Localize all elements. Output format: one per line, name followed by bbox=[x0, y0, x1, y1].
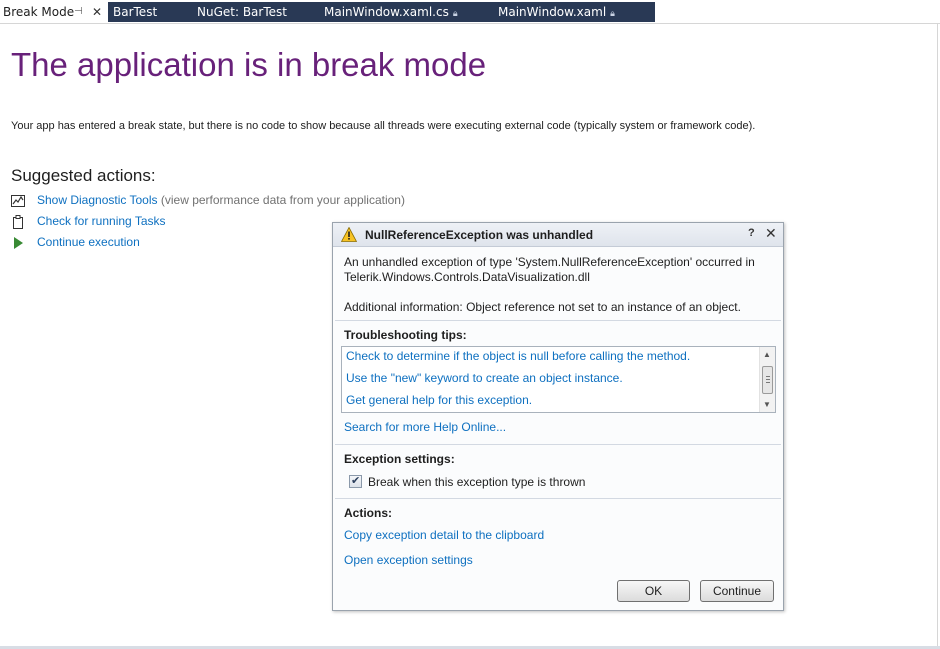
break-when-thrown-checkbox[interactable] bbox=[349, 474, 362, 488]
tab-label: BarTest bbox=[113, 5, 158, 19]
scroll-down-icon[interactable]: ▼ bbox=[763, 400, 771, 409]
tab-mainwindow-xaml[interactable]: MainWindow.xaml 🔒︎ bbox=[498, 2, 615, 22]
document-tab-strip: Break Mode ⊣ ✕ BarTest NuGet: BarTest Ma… bbox=[0, 0, 940, 24]
open-exception-settings-link[interactable]: Open exception settings bbox=[344, 553, 473, 567]
tab-label: MainWindow.xaml.cs bbox=[324, 5, 449, 19]
tip-check-null[interactable]: Check to determine if the object is null… bbox=[346, 349, 690, 363]
break-when-thrown-label[interactable]: Break when this exception type is thrown bbox=[368, 475, 585, 489]
actions-heading: Actions: bbox=[344, 506, 392, 520]
lock-icon: 🔒︎ bbox=[610, 9, 615, 19]
tip-general-help[interactable]: Get general help for this exception. bbox=[346, 393, 532, 407]
tab-mainwindow-xaml-cs[interactable]: MainWindow.xaml.cs 🔒︎ bbox=[324, 2, 458, 22]
troubleshooting-tips-list: Check to determine if the object is null… bbox=[341, 346, 776, 413]
check-running-tasks-link[interactable]: Check for running Tasks bbox=[37, 214, 166, 228]
show-diagnostic-tools-link[interactable]: Show Diagnostic Tools (view performance … bbox=[37, 193, 405, 207]
divider bbox=[335, 444, 781, 445]
break-description: Your app has entered a break state, but … bbox=[11, 120, 756, 132]
exception-message-line1: An unhandled exception of type 'System.N… bbox=[344, 255, 755, 269]
continue-button[interactable]: Continue bbox=[700, 580, 774, 602]
ok-button[interactable]: OK bbox=[617, 580, 690, 602]
suggested-actions-heading: Suggested actions: bbox=[11, 166, 156, 185]
lock-icon: 🔒︎ bbox=[452, 9, 458, 19]
right-border bbox=[937, 24, 938, 646]
play-icon bbox=[14, 237, 23, 249]
continue-execution-link[interactable]: Continue execution bbox=[37, 235, 140, 249]
exception-message: An unhandled exception of type 'System.N… bbox=[344, 255, 774, 285]
dialog-title: NullReferenceException was unhandled bbox=[365, 228, 594, 242]
tab-break-mode[interactable]: Break Mode ⊣ ✕ bbox=[0, 2, 108, 22]
exception-message-line2: Telerik.Windows.Controls.DataVisualizati… bbox=[344, 270, 590, 284]
divider bbox=[335, 320, 781, 321]
divider bbox=[335, 498, 781, 499]
tab-nuget-bartest[interactable]: NuGet: BarTest bbox=[197, 2, 287, 22]
help-icon[interactable]: ? bbox=[748, 227, 755, 239]
tips-scrollbar[interactable]: ▲ ▼ bbox=[759, 347, 775, 412]
page-title: The application is in break mode bbox=[11, 46, 487, 83]
tab-label: NuGet: BarTest bbox=[197, 5, 287, 19]
scroll-up-icon[interactable]: ▲ bbox=[763, 350, 771, 359]
exception-helper-dialog: NullReferenceException was unhandled ? ✕… bbox=[332, 222, 784, 611]
close-icon[interactable]: ✕ bbox=[765, 225, 777, 242]
exception-settings-heading: Exception settings: bbox=[344, 452, 455, 466]
tip-use-new-keyword[interactable]: Use the "new" keyword to create an objec… bbox=[346, 371, 623, 385]
search-help-online-link[interactable]: Search for more Help Online... bbox=[344, 420, 506, 434]
scroll-thumb[interactable] bbox=[762, 366, 773, 394]
troubleshooting-tips-heading: Troubleshooting tips: bbox=[344, 328, 467, 342]
copy-exception-detail-link[interactable]: Copy exception detail to the clipboard bbox=[344, 528, 544, 542]
tab-strip-divider bbox=[0, 22, 940, 24]
tab-label: MainWindow.xaml bbox=[498, 5, 607, 19]
clipboard-icon bbox=[13, 215, 23, 229]
additional-information: Additional information: Object reference… bbox=[344, 300, 741, 314]
close-tab-icon[interactable]: ✕ bbox=[92, 2, 102, 22]
warning-icon bbox=[341, 227, 357, 242]
tab-bartest[interactable]: BarTest bbox=[113, 2, 157, 22]
diagnostic-tools-note: (view performance data from your applica… bbox=[160, 193, 405, 207]
diagnostic-chart-icon bbox=[11, 195, 25, 207]
dialog-header: NullReferenceException was unhandled ? ✕ bbox=[333, 223, 783, 247]
tab-label: Break Mode bbox=[3, 5, 75, 19]
pin-icon[interactable]: ⊣ bbox=[74, 2, 83, 22]
